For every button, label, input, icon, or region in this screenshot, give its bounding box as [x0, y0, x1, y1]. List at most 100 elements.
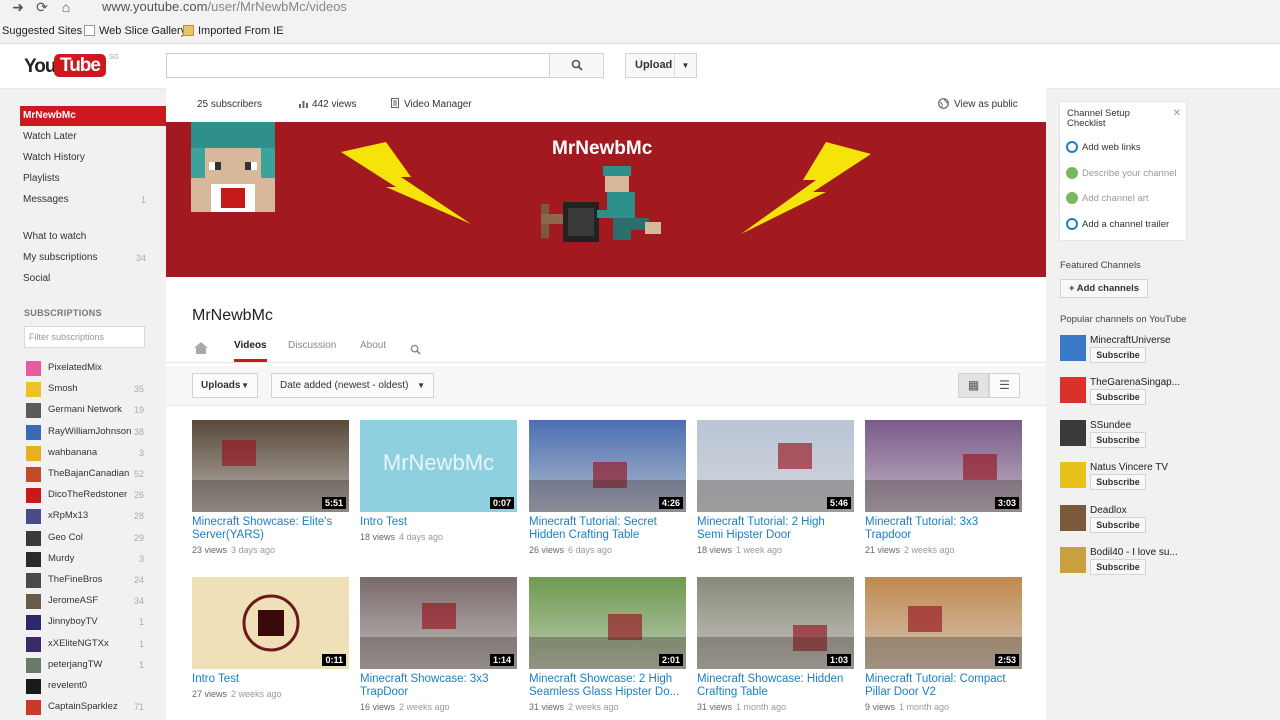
filter-subscriptions-input[interactable]: Filter subscriptions: [24, 326, 145, 348]
subscription-item[interactable]: peterjangTW 1: [24, 656, 164, 674]
video-item[interactable]: MrNewbMc 0:07 Intro Test 18 views 4 days ago: [360, 420, 517, 566]
subscription-item[interactable]: TheBajanCanadian 52: [24, 465, 164, 483]
subscribe-button[interactable]: Subscribe: [1090, 516, 1146, 533]
video-thumbnail[interactable]: 5:46: [697, 420, 854, 512]
popular-channel-name[interactable]: Natus Vincere TV: [1090, 462, 1168, 473]
search-button[interactable]: [549, 53, 604, 78]
checklist-item[interactable]: Add web links: [1066, 141, 1184, 155]
subscribe-button[interactable]: Subscribe: [1090, 389, 1146, 406]
youtube-logo[interactable]: You Tube SG: [24, 54, 119, 78]
video-thumbnail[interactable]: 5:51: [192, 420, 349, 512]
search-input[interactable]: [166, 53, 550, 78]
subscribe-button[interactable]: Subscribe: [1090, 431, 1146, 448]
checklist-item[interactable]: Add channel art: [1066, 192, 1184, 206]
bookmark-imported-from-ie[interactable]: Imported From IE: [183, 22, 284, 40]
avatar[interactable]: [1060, 462, 1086, 489]
chevron-down-icon[interactable]: ▼: [674, 54, 696, 77]
bookmark-web-slice-gallery[interactable]: Web Slice Gallery: [84, 22, 186, 40]
guide-item-watch-history[interactable]: Watch History: [20, 148, 166, 168]
video-title[interactable]: Minecraft Tutorial: Compact Pillar Door …: [865, 673, 1022, 699]
subscription-item[interactable]: DicoTheRedstoner 26: [24, 486, 164, 504]
video-title[interactable]: Intro Test: [360, 516, 517, 529]
video-title[interactable]: Minecraft Showcase: 2 High Seamless Glas…: [529, 673, 686, 699]
tab-about[interactable]: About: [360, 340, 386, 362]
popular-channel-name[interactable]: Deadlox: [1090, 505, 1127, 516]
guide-item-watch-later[interactable]: Watch Later: [20, 127, 166, 147]
guide-item-what-to-watch[interactable]: What to watch: [20, 227, 166, 247]
avatar[interactable]: [1060, 335, 1086, 361]
video-thumbnail[interactable]: 0:11: [192, 577, 349, 669]
video-thumbnail[interactable]: 3:03: [865, 420, 1022, 512]
subscription-item[interactable]: JinnyboyTV 1: [24, 613, 164, 631]
video-title[interactable]: Intro Test: [192, 673, 349, 686]
video-item[interactable]: 4:26 Minecraft Tutorial: Secret Hidden Cr…: [529, 420, 686, 566]
guide-item-social[interactable]: Social: [20, 269, 166, 289]
sort-dropdown[interactable]: Date added (newest - oldest) ▼: [271, 373, 434, 398]
subscription-item[interactable]: Germani Network 19: [24, 401, 164, 419]
reload-icon[interactable]: ⟳: [34, 0, 50, 14]
subscription-item[interactable]: Smosh 35: [24, 380, 164, 398]
avatar[interactable]: [1060, 419, 1086, 446]
video-title[interactable]: Minecraft Tutorial: 3x3 Trapdoor: [865, 516, 1022, 542]
view-as-public-link[interactable]: View as public: [938, 88, 1018, 122]
close-icon[interactable]: ✕: [1173, 108, 1181, 119]
avatar[interactable]: [1060, 377, 1086, 404]
video-thumbnail[interactable]: 2:01: [529, 577, 686, 669]
subscription-item[interactable]: Geo Col 29: [24, 529, 164, 547]
subscription-item[interactable]: TheFineBros 24: [24, 571, 164, 589]
subscribe-button[interactable]: Subscribe: [1090, 347, 1146, 363]
tab-home[interactable]: [194, 342, 208, 364]
subscription-item[interactable]: Murdy 3: [24, 550, 164, 568]
video-title[interactable]: Minecraft Tutorial: Secret Hidden Crafti…: [529, 516, 686, 542]
popular-channel-name[interactable]: TheGarenaSingap...: [1090, 377, 1180, 388]
avatar[interactable]: [1060, 504, 1086, 531]
popular-channel-name[interactable]: Bodil40 - I love su...: [1090, 547, 1178, 558]
checklist-item[interactable]: Describe your channel: [1066, 167, 1184, 181]
uploads-dropdown[interactable]: Uploads ▼: [192, 373, 258, 398]
forward-icon[interactable]: ➜: [10, 0, 26, 14]
subscription-item[interactable]: RayWilliamJohnson 38: [24, 423, 164, 441]
video-thumbnail[interactable]: 4:26: [529, 420, 686, 512]
video-item[interactable]: 2:53 Minecraft Tutorial: Compact Pillar D…: [865, 577, 1022, 720]
tab-videos[interactable]: Videos: [234, 340, 267, 362]
video-thumbnail[interactable]: MrNewbMc 0:07: [360, 420, 517, 512]
list-view-button[interactable]: ☰: [989, 373, 1020, 398]
popular-channel-name[interactable]: MinecraftUniverse: [1090, 335, 1171, 346]
add-channels-button[interactable]: + Add channels: [1060, 279, 1148, 298]
video-item[interactable]: 1:14 Minecraft Showcase: 3x3 TrapDoor 16 v…: [360, 577, 517, 720]
grid-view-button[interactable]: ▦: [958, 373, 989, 398]
video-item[interactable]: 0:11 Intro Test 27 views 2 weeks ago: [192, 577, 349, 720]
tab-discussion[interactable]: Discussion: [288, 340, 336, 362]
guide-item-playlists[interactable]: Playlists: [20, 169, 166, 189]
bookmark-suggested-sites[interactable]: Suggested Sites: [2, 22, 82, 40]
video-title[interactable]: Minecraft Showcase: Hidden Crafting Tabl…: [697, 673, 854, 699]
video-item[interactable]: 1:03 Minecraft Showcase: Hidden Crafting …: [697, 577, 854, 720]
video-title[interactable]: Minecraft Showcase: 3x3 TrapDoor: [360, 673, 517, 699]
guide-item-my-subscriptions[interactable]: My subscriptions 34: [20, 248, 166, 268]
address-bar[interactable]: www.youtube.com/user/MrNewbMc/videos: [82, 0, 1280, 16]
home-icon[interactable]: ⌂: [58, 0, 74, 14]
video-item[interactable]: 5:46 Minecraft Tutorial: 2 High Semi Hips…: [697, 420, 854, 566]
video-item[interactable]: 3:03 Minecraft Tutorial: 3x3 Trapdoor 21 v…: [865, 420, 1022, 566]
video-thumbnail[interactable]: 2:53: [865, 577, 1022, 669]
subscription-item[interactable]: xRpMx13 28: [24, 507, 164, 525]
checklist-item[interactable]: Add a channel trailer: [1066, 218, 1184, 232]
guide-item-messages[interactable]: Messages 1: [20, 190, 166, 210]
popular-channel-name[interactable]: SSundee: [1090, 420, 1131, 431]
video-item[interactable]: 5:51 Minecraft Showcase: Elite's Server(Y…: [192, 420, 349, 566]
video-thumbnail[interactable]: 1:03: [697, 577, 854, 669]
avatar[interactable]: [1060, 547, 1086, 573]
subscription-item[interactable]: wahbanana 3: [24, 444, 164, 462]
video-item[interactable]: 2:01 Minecraft Showcase: 2 High Seamless …: [529, 577, 686, 720]
guide-item-mrnewbmc[interactable]: MrNewbMc: [20, 106, 166, 126]
video-thumbnail[interactable]: 1:14: [360, 577, 517, 669]
video-title[interactable]: Minecraft Showcase: Elite's Server(YARS): [192, 516, 349, 542]
subscription-item[interactable]: xXEliteNGTXx 1: [24, 635, 164, 653]
subscription-item[interactable]: revelent0: [24, 677, 164, 695]
upload-button[interactable]: Upload ▼: [625, 53, 697, 78]
subscription-item[interactable]: CaptainSparklez 71: [24, 698, 164, 716]
video-manager-link[interactable]: Video Manager: [391, 88, 472, 122]
subscription-item[interactable]: JeromeASF 34: [24, 592, 164, 610]
subscribe-button[interactable]: Subscribe: [1090, 559, 1146, 575]
video-title[interactable]: Minecraft Tutorial: 2 High Semi Hipster …: [697, 516, 854, 542]
